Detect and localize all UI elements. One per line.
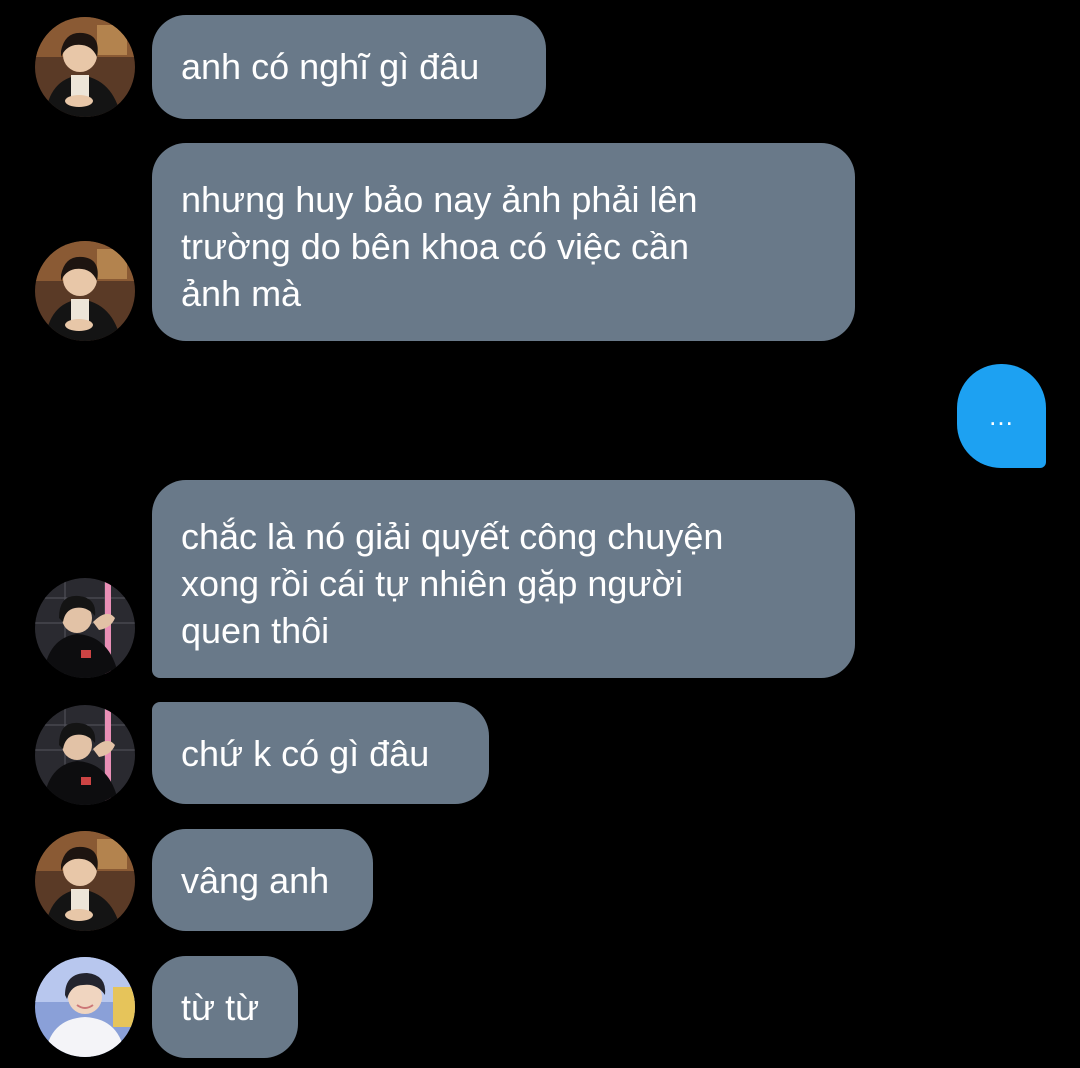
person-photo-icon	[35, 578, 135, 678]
avatar-user-b[interactable]	[35, 578, 135, 678]
avatar-user-a[interactable]	[35, 241, 135, 341]
message-text: chắc là nó giải quyết công chuyện xong r…	[181, 516, 724, 651]
typing-indicator-bubble: ...	[957, 364, 1046, 468]
person-photo-icon	[35, 241, 135, 341]
message-bubble[interactable]: anh có nghĩ gì đâu	[152, 15, 546, 119]
message-text: anh có nghĩ gì đâu	[181, 46, 480, 87]
message-bubble[interactable]: từ từ	[152, 956, 298, 1058]
message-bubble[interactable]: chứ k có gì đâu	[152, 702, 489, 804]
person-photo-icon	[35, 957, 135, 1057]
message-text: chứ k có gì đâu	[181, 733, 430, 774]
person-photo-icon	[35, 705, 135, 805]
message-bubble[interactable]: vâng anh	[152, 829, 373, 931]
avatar-user-a[interactable]	[35, 17, 135, 117]
typing-dots: ...	[989, 400, 1014, 431]
message-bubble[interactable]: chắc là nó giải quyết công chuyện xong r…	[152, 480, 855, 678]
person-photo-icon	[35, 17, 135, 117]
avatar-user-b[interactable]	[35, 705, 135, 805]
avatar-user-c[interactable]	[35, 957, 135, 1057]
message-text: nhưng huy bảo nay ảnh phải lên trường do…	[181, 179, 698, 314]
person-photo-icon	[35, 831, 135, 931]
message-bubble[interactable]: nhưng huy bảo nay ảnh phải lên trường do…	[152, 143, 855, 341]
message-text: vâng anh	[181, 860, 330, 901]
message-text: từ từ	[181, 987, 260, 1028]
avatar-user-a[interactable]	[35, 831, 135, 931]
